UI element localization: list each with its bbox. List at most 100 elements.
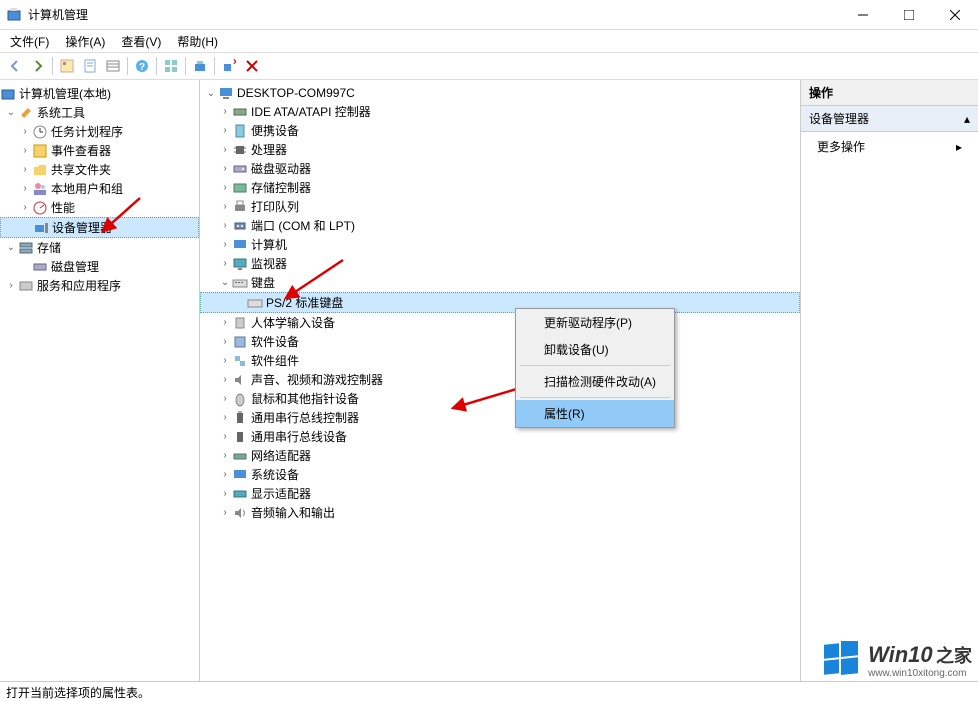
tree-label: 音频输入和输出	[251, 504, 335, 521]
tree-task-scheduler[interactable]: ›任务计划程序	[0, 122, 199, 141]
svg-text:?: ?	[139, 62, 145, 73]
properties-button[interactable]	[79, 55, 101, 77]
device-hid[interactable]: › 人体学输入设备	[200, 313, 800, 332]
expander-icon[interactable]: ›	[218, 336, 232, 347]
device-network[interactable]: ›网络适配器	[200, 446, 800, 465]
printer-icon	[232, 199, 248, 215]
tree-label: 软件设备	[251, 333, 299, 350]
uninstall-button[interactable]: ×	[218, 55, 240, 77]
menu-view[interactable]: 查看(V)	[115, 31, 167, 52]
expander-icon[interactable]: ›	[218, 488, 232, 499]
tree-device-manager[interactable]: 设备管理器	[0, 217, 199, 238]
display-adapter-icon	[232, 486, 248, 502]
device-usb-ctrl[interactable]: ›通用串行总线控制器	[200, 408, 800, 427]
device-keyboards[interactable]: ⌄键盘	[200, 273, 800, 292]
forward-button[interactable]	[27, 55, 49, 77]
device-usb-dev[interactable]: ›通用串行总线设备	[200, 427, 800, 446]
expander-icon[interactable]: ›	[218, 106, 232, 117]
expander-icon[interactable]: ⌄	[204, 88, 218, 99]
maximize-button[interactable]	[886, 0, 932, 30]
menu-action[interactable]: 操作(A)	[59, 31, 111, 52]
device-print-queues[interactable]: ›打印队列	[200, 197, 800, 216]
chevron-right-icon: ▸	[956, 140, 962, 154]
expander-icon[interactable]: ⌄	[4, 242, 18, 253]
expander-icon[interactable]: ›	[218, 125, 232, 136]
tree-label: 软件组件	[251, 352, 299, 369]
expander-icon[interactable]: ›	[218, 450, 232, 461]
minimize-button[interactable]	[840, 0, 886, 30]
watermark-url: www.win10xitong.com	[868, 668, 972, 679]
device-computer[interactable]: ›计算机	[200, 235, 800, 254]
expander-icon[interactable]: ›	[218, 258, 232, 269]
expander-icon[interactable]: ›	[18, 202, 32, 213]
expander-icon[interactable]: ›	[218, 412, 232, 423]
ctx-uninstall[interactable]: 卸载设备(U)	[516, 336, 674, 363]
expander-icon[interactable]: ›	[218, 317, 232, 328]
expander-icon[interactable]: ›	[218, 374, 232, 385]
menu-file[interactable]: 文件(F)	[4, 31, 55, 52]
tree-system-tools[interactable]: ⌄系统工具	[0, 103, 199, 122]
back-button[interactable]	[4, 55, 26, 77]
device-disk-drives[interactable]: ›磁盘驱动器	[200, 159, 800, 178]
actions-section-label: 设备管理器	[809, 110, 869, 127]
expander-icon[interactable]: ›	[218, 182, 232, 193]
expander-icon[interactable]: ⌄	[218, 277, 232, 288]
expander-icon[interactable]: ›	[218, 507, 232, 518]
tree-disk-mgmt[interactable]: 磁盘管理	[0, 257, 199, 276]
grid-view-button[interactable]	[160, 55, 182, 77]
tree-label: IDE ATA/ATAPI 控制器	[251, 103, 371, 120]
device-portable[interactable]: ›便携设备	[200, 121, 800, 140]
usb-icon	[232, 429, 248, 445]
device-software-comp[interactable]: › 软件组件	[200, 351, 800, 370]
device-ide[interactable]: › IDE ATA/ATAPI 控制器	[200, 102, 800, 121]
device-processors[interactable]: ›处理器	[200, 140, 800, 159]
expander-icon[interactable]: ⌄	[4, 107, 18, 118]
device-ps2-keyboard[interactable]: PS/2 标准键盘	[200, 292, 800, 313]
device-audio-io[interactable]: › 音频输入和输出	[200, 503, 800, 522]
ctx-update-driver[interactable]: 更新驱动程序(P)	[516, 309, 674, 336]
expander-icon[interactable]: ›	[218, 469, 232, 480]
expander-icon[interactable]: ›	[218, 163, 232, 174]
tree-event-viewer[interactable]: ›事件查看器	[0, 141, 199, 160]
actions-more[interactable]: 更多操作 ▸	[801, 132, 978, 161]
tree-services[interactable]: ›服务和应用程序	[0, 276, 199, 295]
ctx-properties[interactable]: 属性(R)	[516, 400, 674, 427]
expander-icon[interactable]: ›	[18, 183, 32, 194]
menu-help[interactable]: 帮助(H)	[171, 31, 224, 52]
svg-text:×: ×	[233, 59, 236, 68]
expander-icon[interactable]: ›	[218, 201, 232, 212]
close-button[interactable]	[932, 0, 978, 30]
device-sound[interactable]: ›声音、视频和游戏控制器	[200, 370, 800, 389]
show-hide-tree-button[interactable]	[56, 55, 78, 77]
expander-icon[interactable]: ›	[218, 355, 232, 366]
tree-label: 人体学输入设备	[251, 314, 335, 331]
device-storage-ctrl[interactable]: ›存储控制器	[200, 178, 800, 197]
ctx-scan[interactable]: 扫描检测硬件改动(A)	[516, 368, 674, 395]
expander-icon[interactable]: ›	[18, 145, 32, 156]
device-software-dev[interactable]: › 软件设备	[200, 332, 800, 351]
list-view-button[interactable]	[102, 55, 124, 77]
expander-icon[interactable]: ›	[218, 220, 232, 231]
device-root[interactable]: ⌄DESKTOP-COM997C	[200, 84, 800, 102]
device-ports[interactable]: ›端口 (COM 和 LPT)	[200, 216, 800, 235]
expander-icon[interactable]: ›	[218, 239, 232, 250]
expander-icon[interactable]: ›	[18, 164, 32, 175]
expander-icon[interactable]: ›	[218, 144, 232, 155]
expander-icon[interactable]: ›	[218, 393, 232, 404]
expander-icon[interactable]: ›	[218, 431, 232, 442]
tree-root[interactable]: 计算机管理(本地)	[0, 84, 199, 103]
tree-local-users[interactable]: ›本地用户和组	[0, 179, 199, 198]
device-mouse[interactable]: ›鼠标和其他指针设备	[200, 389, 800, 408]
scan-hardware-button[interactable]	[189, 55, 211, 77]
device-system[interactable]: ›系统设备	[200, 465, 800, 484]
tree-storage[interactable]: ⌄存储	[0, 238, 199, 257]
device-display[interactable]: ›显示适配器	[200, 484, 800, 503]
device-monitors[interactable]: ›监视器	[200, 254, 800, 273]
delete-button[interactable]	[241, 55, 263, 77]
tree-performance[interactable]: ›性能	[0, 198, 199, 217]
actions-section[interactable]: 设备管理器 ▴	[801, 106, 978, 132]
expander-icon[interactable]: ›	[18, 126, 32, 137]
expander-icon[interactable]: ›	[4, 280, 18, 291]
tree-shared-folders[interactable]: ›共享文件夹	[0, 160, 199, 179]
help-button[interactable]: ?	[131, 55, 153, 77]
